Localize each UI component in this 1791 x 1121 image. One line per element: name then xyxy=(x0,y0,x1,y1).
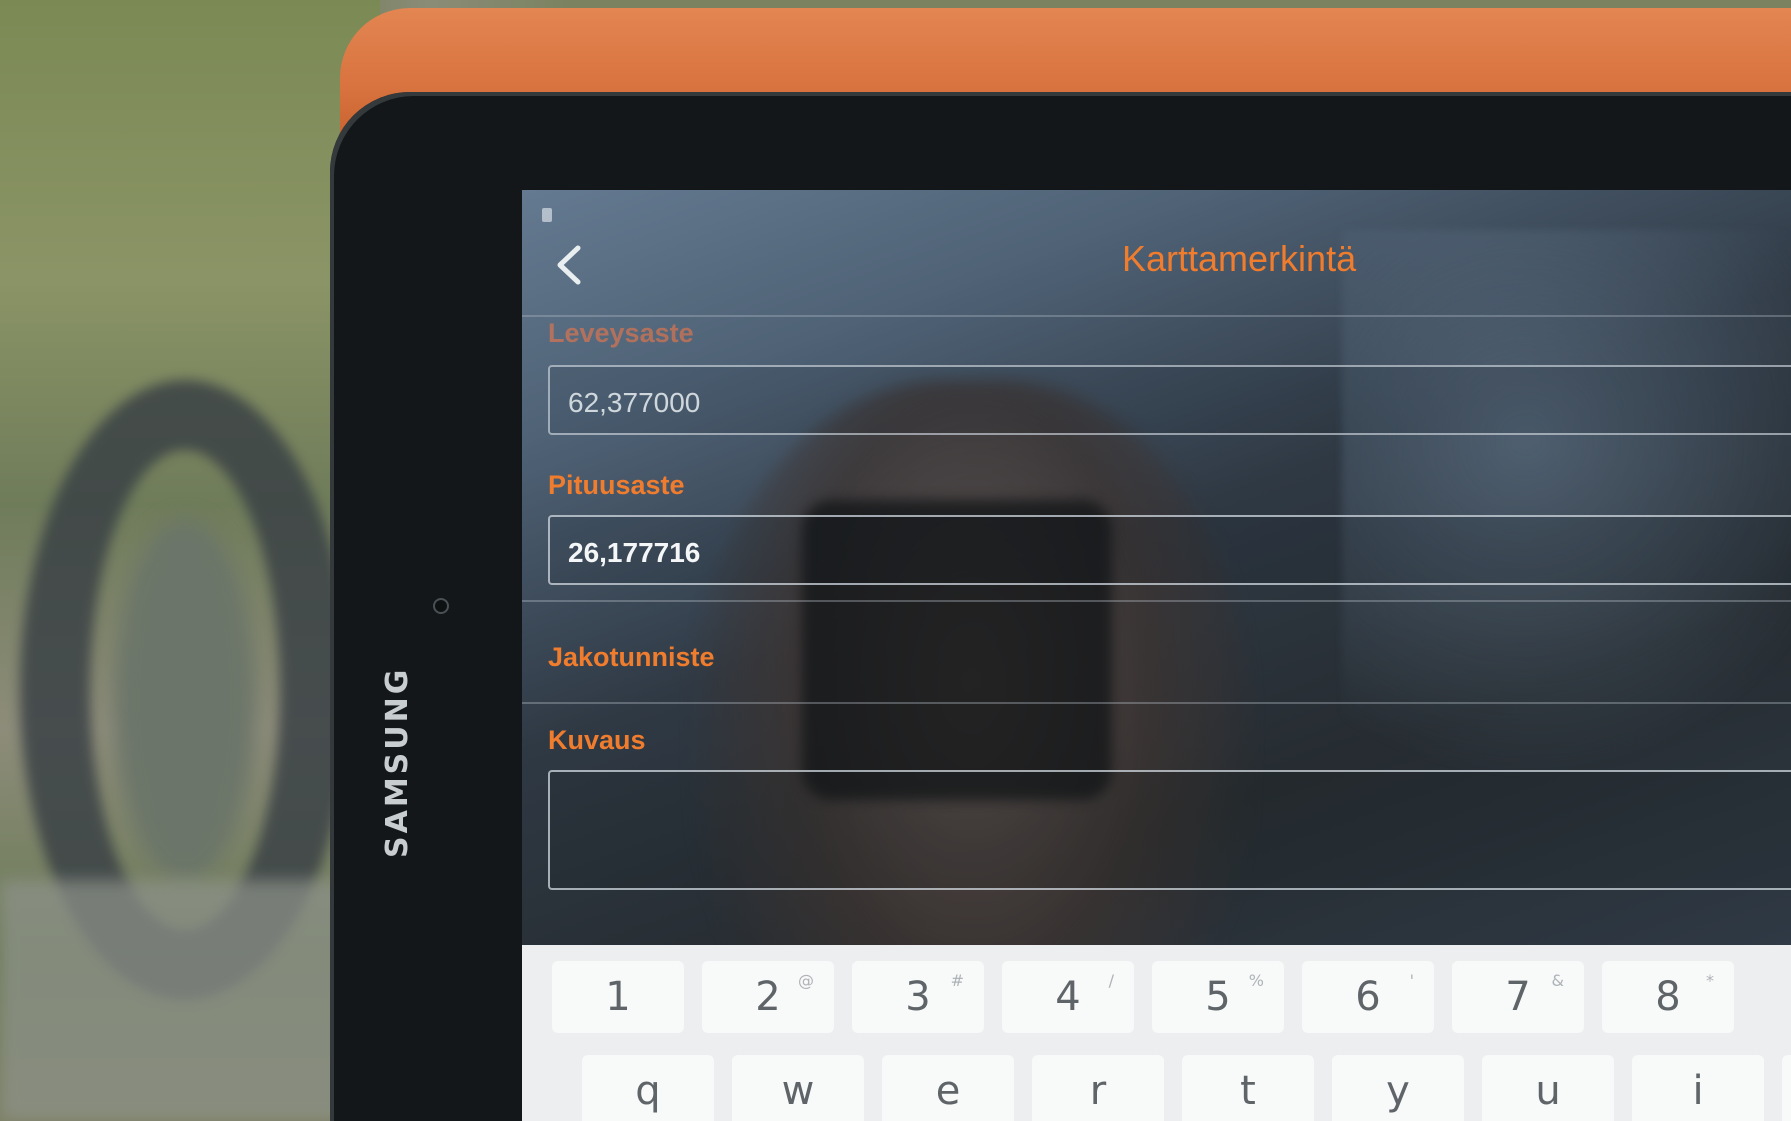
key-2[interactable]: 2 @ xyxy=(702,961,834,1033)
keyboard-letter-row: q w e r t y u i o xyxy=(582,1055,1791,1121)
description-label: Kuvaus xyxy=(548,725,646,755)
key-e[interactable]: e xyxy=(882,1055,1014,1121)
key-t[interactable]: t xyxy=(1182,1055,1314,1121)
keyboard-number-row: 1 2 @ 3 # 4/ 5% 6 ' 7 & 8 * xyxy=(552,961,1734,1033)
key-1[interactable]: 1 xyxy=(552,961,684,1033)
key-5[interactable]: 5% xyxy=(1152,961,1284,1033)
latitude-input[interactable]: 62,377000 xyxy=(548,365,1791,435)
app-screen: Karttamerkintä Leveysaste 62,377000 Pitu… xyxy=(522,190,1791,1121)
front-camera xyxy=(433,598,449,614)
key-3[interactable]: 3 # xyxy=(852,961,984,1033)
share-id-label[interactable]: Jakotunniste xyxy=(548,642,715,673)
device-brand: SAMSUNG xyxy=(380,666,415,858)
key-i[interactable]: i xyxy=(1632,1055,1764,1121)
chevron-left-icon xyxy=(557,245,581,285)
key-o[interactable]: o xyxy=(1782,1055,1791,1121)
key-8[interactable]: 8 * xyxy=(1602,961,1734,1033)
header-divider xyxy=(522,315,1791,317)
key-u[interactable]: u xyxy=(1482,1055,1614,1121)
back-button[interactable] xyxy=(544,230,594,300)
status-bar-icon xyxy=(542,208,552,222)
key-y[interactable]: y xyxy=(1332,1055,1464,1121)
section-divider xyxy=(522,702,1791,704)
tire-hole xyxy=(115,520,255,880)
description-input[interactable] xyxy=(548,770,1791,890)
key-4[interactable]: 4/ xyxy=(1002,961,1134,1033)
key-6[interactable]: 6 ' xyxy=(1302,961,1434,1033)
key-w[interactable]: w xyxy=(732,1055,864,1121)
key-q[interactable]: q xyxy=(582,1055,714,1121)
on-screen-keyboard: 1 2@ 3# 4/ 5% 6' 7& 8* q w e r t y u i o xyxy=(522,945,1791,1121)
page-title: Karttamerkintä xyxy=(1122,238,1357,279)
latitude-label: Leveysaste xyxy=(548,318,694,348)
key-7[interactable]: 7 & xyxy=(1452,961,1584,1033)
key-r[interactable]: r xyxy=(1032,1055,1164,1121)
longitude-input[interactable]: 26,177716 xyxy=(548,515,1791,585)
longitude-label: Pituusaste xyxy=(548,470,685,500)
section-divider xyxy=(522,600,1791,602)
ground-background xyxy=(0,880,360,1121)
